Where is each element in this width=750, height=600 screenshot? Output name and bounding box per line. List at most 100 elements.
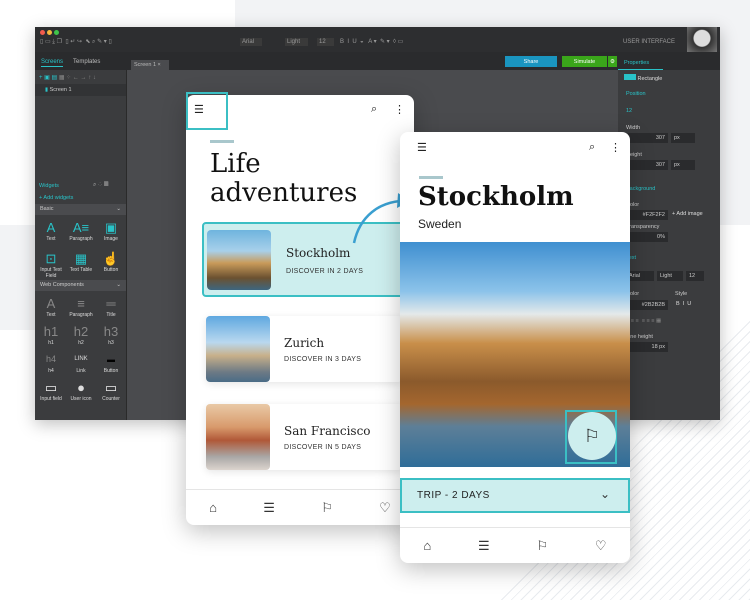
width-input[interactable]: 307 <box>628 133 668 143</box>
canvas-tab-label: Screen 1 <box>134 62 157 68</box>
city-title: Stockholm <box>418 182 574 212</box>
phone-screen-list: ☰ ⌕ ⋮ Life adventures Stockholm DISCOVER… <box>186 95 414 525</box>
more-icon[interactable]: ⋮ <box>394 103 405 116</box>
bottom-nav: ⌂ ☰ ⚐ ♡ <box>186 489 414 525</box>
add-image-button[interactable]: + Add image <box>672 211 703 217</box>
card-zurich[interactable]: Zurich DISCOVER IN 3 DAYS <box>206 316 402 382</box>
more-icon[interactable]: ⋮ <box>610 141 621 154</box>
screen-label: Screen 1 <box>49 87 72 93</box>
weight-select[interactable]: Light <box>285 38 309 46</box>
width-label: Width <box>626 125 641 131</box>
avatar[interactable] <box>687 27 717 52</box>
home-icon[interactable]: ⌂ <box>423 538 431 553</box>
widget-h3[interactable]: h3 h3 <box>96 323 126 346</box>
zurich-thumbnail <box>206 316 270 382</box>
menu-button-highlight[interactable] <box>186 92 228 130</box>
height-input[interactable]: 307 <box>628 160 668 170</box>
transparency-input[interactable]: 0% <box>628 232 668 242</box>
widget-counter[interactable]: ▭ Counter <box>96 379 126 402</box>
position-section[interactable]: Position <box>626 91 646 98</box>
widget-h2[interactable]: h2 h2 <box>66 323 96 346</box>
font-select[interactable]: Arial <box>626 271 654 281</box>
file-tools-icons[interactable]: ▯ ▭ ⤓ ❐ ▯ ↵ ↪ ⬉ ⌕ ✎ ▾ ▯ <box>40 38 112 46</box>
tab-properties[interactable]: Properties <box>618 56 663 70</box>
widget-input-text[interactable]: ⊡ Input Text Field <box>36 250 66 279</box>
share-button[interactable]: Share <box>505 56 557 67</box>
text-color-input[interactable]: #2B2B2B <box>626 300 668 310</box>
widget-image[interactable]: ▣ Image <box>96 219 126 242</box>
card-subtitle: DISCOVER IN 5 DAYS <box>284 444 362 451</box>
card-subtitle: DISCOVER IN 2 DAYS <box>286 268 364 275</box>
heart-icon[interactable]: ♡ <box>379 500 391 516</box>
home-icon[interactable]: ⌂ <box>209 500 217 515</box>
accent-bar <box>419 176 443 179</box>
search-icon[interactable]: ⌕ ⁘ ▦ <box>93 182 108 189</box>
height-unit-select[interactable]: px <box>671 160 695 170</box>
heart-icon[interactable]: ♡ <box>595 538 607 554</box>
widget-h4[interactable]: h4 h4 <box>36 351 66 374</box>
list-icon[interactable]: ☰ <box>478 538 490 554</box>
background-panel <box>0 225 40 330</box>
widget-input-field[interactable]: ▭ Input field <box>36 379 66 402</box>
left-panel: + ▣ ▤ ▦ ⁘ ← → ↑ ↓ ▮ Screen 1 Widgets ⌕ ⁘… <box>35 70 127 420</box>
search-icon[interactable]: ⌕ <box>371 103 377 116</box>
add-widgets-link[interactable]: + Add widgets <box>39 195 73 201</box>
screen-tools-icons[interactable]: + ▣ ▤ ▦ ⁘ ← → ↑ ↓ <box>39 74 96 81</box>
settings-icon[interactable]: ⚙ <box>608 56 617 67</box>
widget-title[interactable]: ═ Title <box>96 295 126 318</box>
minimize-dot[interactable] <box>47 30 52 35</box>
tab-screens[interactable]: Screens <box>41 58 64 67</box>
bookmark-icon[interactable]: ⚐ <box>536 538 548 554</box>
line-height-label: Line height <box>626 334 653 340</box>
arrow-path <box>352 199 401 244</box>
line-height-input[interactable]: 18 px <box>628 342 668 352</box>
bold-italic-underline-buttons[interactable]: B I U <box>676 301 691 307</box>
widget-h1[interactable]: h1 h1 <box>36 323 66 346</box>
web-components-section[interactable]: Web Components ⌄ <box>35 280 126 291</box>
widget-link[interactable]: LINK Link <box>66 351 96 374</box>
width-unit-select[interactable]: px <box>671 133 695 143</box>
element-type: Rectangle <box>624 74 662 82</box>
basic-section[interactable]: Basic ⌄ <box>35 204 126 215</box>
card-title: Zurich <box>284 336 325 350</box>
list-icon[interactable]: ☰ <box>263 500 275 516</box>
widget-web-button[interactable]: ▬ Button <box>96 351 126 374</box>
simulate-button[interactable]: Simulate <box>562 56 607 67</box>
widget-web-text[interactable]: A Text <box>36 295 66 318</box>
bookmark-icon[interactable]: ⚐ <box>321 500 333 516</box>
align-buttons[interactable]: ≡ ≡ ≡ ≡ ≡ ≡ ▦ <box>626 318 661 324</box>
weight-select[interactable]: Light <box>657 271 683 281</box>
size-section[interactable]: 12 <box>626 108 632 115</box>
card-san-francisco[interactable]: San Francisco DISCOVER IN 5 DAYS <box>206 404 402 470</box>
size-select[interactable]: 12 <box>317 38 334 46</box>
properties-panel: Properties Rectangle Position 12 Width 3… <box>618 56 720 420</box>
widget-button[interactable]: ☝ Button <box>96 250 126 273</box>
stockholm-thumbnail <box>207 230 271 290</box>
canvas-tab[interactable]: Screen 1 × <box>131 60 169 70</box>
widget-text[interactable]: A Text <box>36 219 66 242</box>
widget-paragraph[interactable]: A≡ Paragraph <box>66 219 96 242</box>
phone-screen-detail: ☰ ⌕ ⋮ Stockholm Sweden ⚐ TRIP - 2 DAYS ⌄… <box>400 132 630 563</box>
maximize-dot[interactable] <box>54 30 59 35</box>
search-icon[interactable]: ⌕ <box>589 141 595 154</box>
widget-web-paragraph[interactable]: ≡ Paragraph <box>66 295 96 318</box>
font-select[interactable]: Arial <box>240 38 263 46</box>
bg-color-input[interactable]: #F2F2F2 <box>628 210 668 220</box>
text-style-icons[interactable]: B I U ◒ A ▾ ✎ ▾ ◊ ▭ <box>340 38 403 46</box>
screen-item[interactable]: ▮ Screen 1 <box>35 84 126 96</box>
close-dot[interactable] <box>40 30 45 35</box>
size-select[interactable]: 12 <box>686 271 704 281</box>
workspace-select[interactable]: USER INTERFACE <box>623 38 675 46</box>
widget-text-table[interactable]: ▦ Text Table <box>66 250 96 273</box>
tab-templates[interactable]: Templates <box>73 58 100 66</box>
tab-widgets[interactable]: Widgets <box>39 183 59 189</box>
widget-user-icon[interactable]: ● User icon <box>66 379 96 402</box>
background-section[interactable]: Background <box>626 186 655 193</box>
transparency-label: Transparency <box>626 224 660 230</box>
style-label: Style <box>675 291 688 297</box>
card-title: San Francisco <box>284 424 371 438</box>
bottom-nav: ⌂ ☰ ⚐ ♡ <box>400 527 630 563</box>
trip-dropdown[interactable]: TRIP - 2 DAYS ⌄ <box>400 478 630 513</box>
menu-icon[interactable]: ☰ <box>417 141 427 154</box>
bookmark-button[interactable]: ⚐ <box>568 412 616 460</box>
